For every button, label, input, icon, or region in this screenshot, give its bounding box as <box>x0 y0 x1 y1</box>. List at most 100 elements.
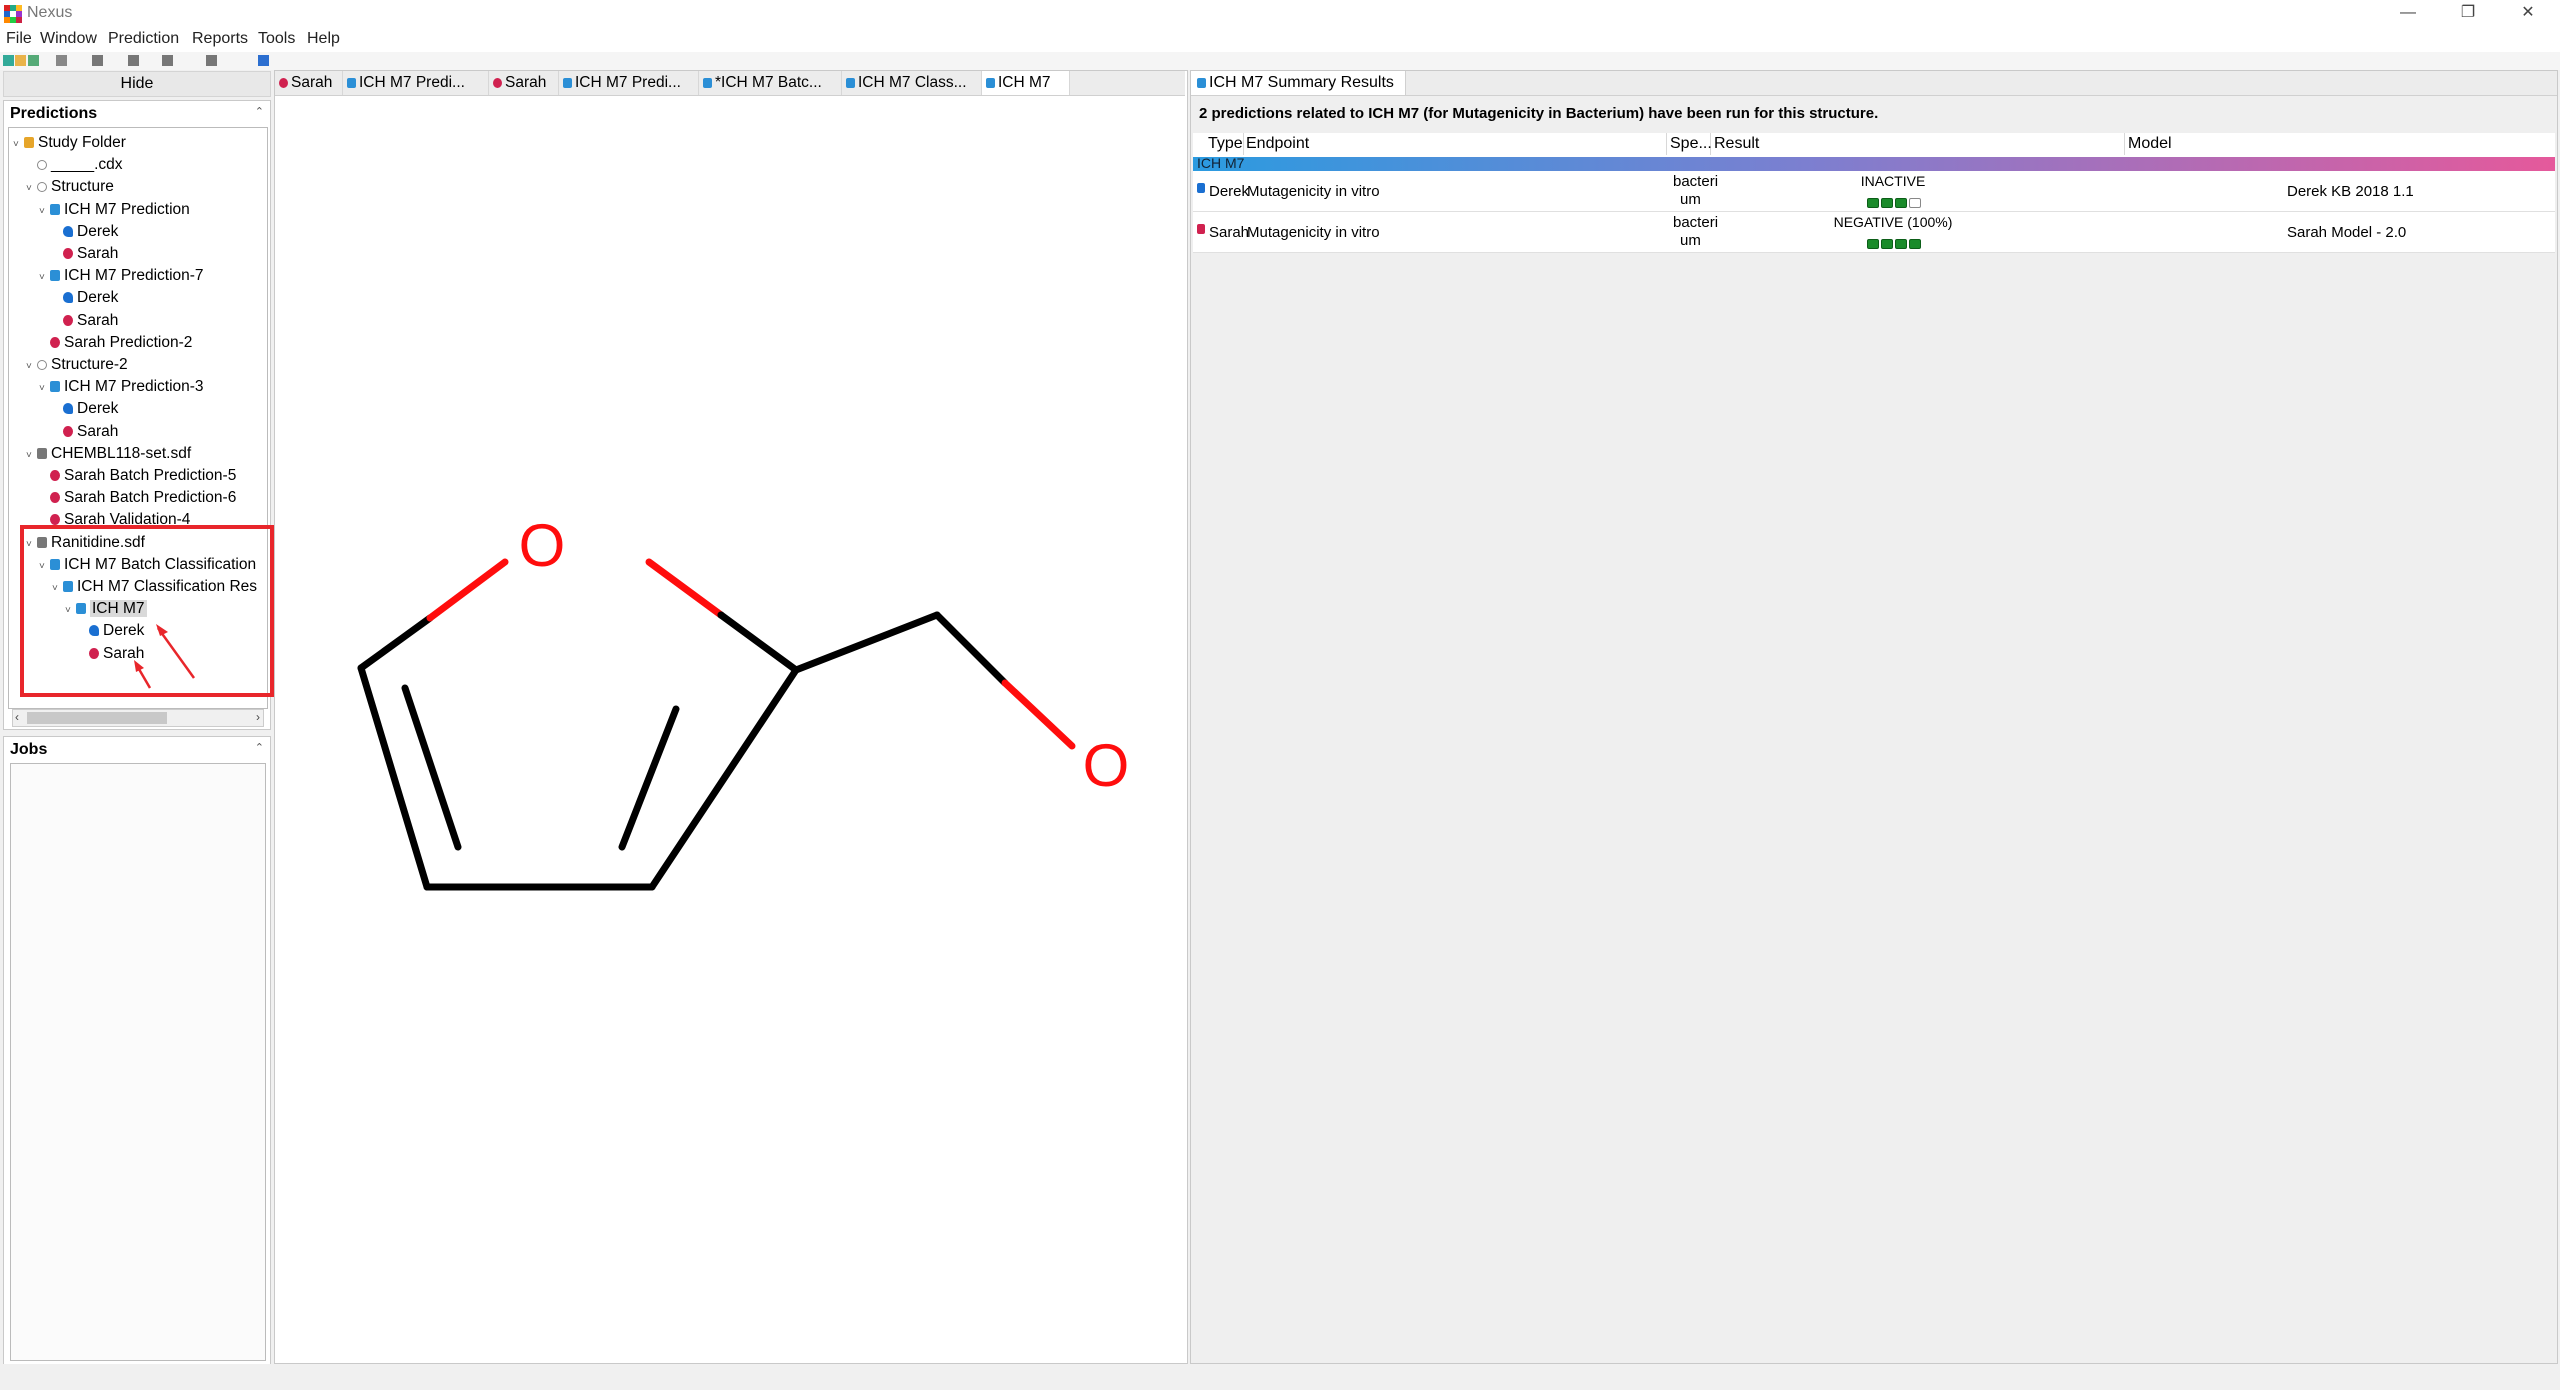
tree-item[interactable]: ˅ Structure <box>26 176 114 198</box>
tree-item[interactable]: Sarah <box>52 310 118 332</box>
editor-tab[interactable]: Sarah <box>275 71 343 95</box>
open-icon[interactable] <box>15 55 26 66</box>
tree-item[interactable]: Sarah Batch Prediction-5 <box>39 465 236 487</box>
bond <box>426 558 509 622</box>
editor-tab[interactable]: Sarah <box>489 71 559 95</box>
sarah-icon <box>1197 224 1205 234</box>
editor-tab[interactable]: ICH M7 Predi... <box>343 71 489 95</box>
tree-item[interactable]: Sarah Prediction-2 <box>39 332 192 354</box>
sarah-icon <box>50 492 60 504</box>
expand-chevron-icon[interactable]: ˅ <box>26 356 37 378</box>
sarah-icon <box>50 514 60 526</box>
sarah-icon <box>50 470 60 481</box>
report-icon[interactable] <box>258 55 269 66</box>
cdx-icon <box>37 160 47 171</box>
group-row[interactable]: ICH M7 <box>1193 155 2555 171</box>
tab-summary-results[interactable]: ICH M7 Summary Results <box>1191 71 1406 95</box>
minimize-button[interactable]: — <box>2388 2 2428 24</box>
export-icon[interactable] <box>206 55 217 66</box>
summary-text: 2 predictions related to ICH M7 (for Mut… <box>1199 105 1879 122</box>
results-view: ICH M7 Summary Results 2 predictions rel… <box>1190 70 2558 1364</box>
expand-chevron-icon[interactable]: ˅ <box>39 378 50 400</box>
expand-chevron-icon[interactable]: ˅ <box>26 445 37 467</box>
settings-icon[interactable] <box>128 55 139 66</box>
scroll-left-icon[interactable]: ‹ <box>15 710 19 724</box>
tree-item[interactable]: ˅ Study Folder <box>13 132 126 154</box>
scroll-right-icon[interactable]: › <box>256 710 260 724</box>
confidence-segment <box>1895 198 1907 208</box>
col-type[interactable]: Type <box>1205 133 1244 155</box>
tree-item[interactable]: Derek <box>52 221 118 243</box>
expand-chevron-icon[interactable]: ˅ <box>26 178 37 200</box>
minimize-panel-icon[interactable]: ⌃ <box>255 105 264 118</box>
derek-icon <box>1197 183 1205 193</box>
editor-tab[interactable]: ICH M7 Class... <box>842 71 982 95</box>
tree-item[interactable]: _____.cdx <box>26 154 123 176</box>
cell-species: bacteri <box>1673 173 1719 190</box>
bond <box>645 558 725 619</box>
tree-item[interactable]: Sarah <box>52 243 118 265</box>
sdf-icon <box>37 447 47 459</box>
filter-icon[interactable] <box>162 55 173 66</box>
expand-chevron-icon[interactable]: ˅ <box>13 134 24 156</box>
col-species[interactable]: Spe... <box>1667 133 1712 155</box>
results-tab-bar: ICH M7 Summary Results <box>1191 71 2557 96</box>
restore-button[interactable]: ❐ <box>2448 2 2488 24</box>
scrollbar-thumb[interactable] <box>27 712 167 724</box>
table-row[interactable]: Sarah Mutagenicity in vitro bacteri um NEGAT… <box>1193 212 2555 253</box>
molecule-drawing: O O <box>357 512 1130 891</box>
menu-tools[interactable]: Tools <box>258 30 295 48</box>
horizontal-scrollbar[interactable]: ‹ › <box>12 709 264 727</box>
tree-item[interactable]: Sarah <box>52 421 118 443</box>
tree-item-label: Derek <box>77 289 119 307</box>
menu-file[interactable]: File <box>6 30 32 48</box>
ich-icon <box>703 78 712 88</box>
bond <box>357 664 431 891</box>
menu-window[interactable]: Window <box>40 30 97 48</box>
col-endpoint[interactable]: Endpoint <box>1243 133 1667 155</box>
editor-tab[interactable]: *ICH M7 Batc... <box>699 71 842 95</box>
confidence-segment <box>1895 239 1907 249</box>
close-button[interactable]: ✕ <box>2508 2 2548 24</box>
tree-item[interactable]: ˅ CHEMBL118-set.sdf <box>26 443 191 465</box>
minimize-jobs-icon[interactable]: ⌃ <box>255 741 264 754</box>
tab-label: *ICH M7 Batc... <box>715 74 822 91</box>
sarah-icon <box>50 336 60 348</box>
editor-tab[interactable]: ICH M7 <box>982 71 1070 95</box>
oxygen-atom-hydroxyl: O <box>1083 732 1130 799</box>
cell-type: Derek <box>1209 183 1250 200</box>
tree-item-label: Derek <box>77 222 119 240</box>
expand-chevron-icon[interactable]: ˅ <box>39 201 50 223</box>
tree-item[interactable]: Derek <box>52 398 118 420</box>
confidence-segment <box>1909 239 1921 249</box>
annotation-arrows <box>134 624 196 689</box>
ich-icon <box>50 381 60 393</box>
save-icon[interactable] <box>28 55 39 66</box>
menu-reports[interactable]: Reports <box>192 30 248 48</box>
tree-item[interactable]: ˅ Structure-2 <box>26 354 128 376</box>
expand-chevron-icon[interactable]: ˅ <box>39 267 50 289</box>
table-row[interactable]: Derek Mutagenicity in vitro bacteri um INACT… <box>1193 171 2555 212</box>
tree-item[interactable]: ˅ ICH M7 Prediction <box>39 199 190 221</box>
derek-icon <box>63 292 73 304</box>
tree-item-label: ICH M7 Prediction-3 <box>64 378 204 396</box>
editor-tab[interactable]: ICH M7 Predi... <box>559 71 699 95</box>
sarah-icon <box>63 425 73 437</box>
window-title: Nexus <box>27 4 73 21</box>
tree-item[interactable]: Derek <box>52 287 118 309</box>
cell-species-cont: um <box>1680 232 1701 249</box>
menu-help[interactable]: Help <box>307 30 340 48</box>
predict-icon[interactable] <box>92 55 103 66</box>
print-icon[interactable] <box>56 55 67 66</box>
tree-item[interactable]: Sarah Batch Prediction-6 <box>39 487 236 509</box>
tree-item-label: Sarah <box>77 245 119 262</box>
tree-item[interactable]: ˅ ICH M7 Prediction-7 <box>39 265 204 287</box>
col-model[interactable]: Model <box>2125 133 2548 155</box>
col-result[interactable]: Result <box>1711 133 2125 155</box>
tree-item-label: Sarah Batch Prediction-6 <box>64 489 237 507</box>
bond <box>357 614 434 672</box>
new-icon[interactable] <box>3 55 14 66</box>
hide-button[interactable]: Hide <box>3 71 271 97</box>
tree-item[interactable]: ˅ ICH M7 Prediction-3 <box>39 376 204 398</box>
menu-prediction[interactable]: Prediction <box>108 30 179 48</box>
